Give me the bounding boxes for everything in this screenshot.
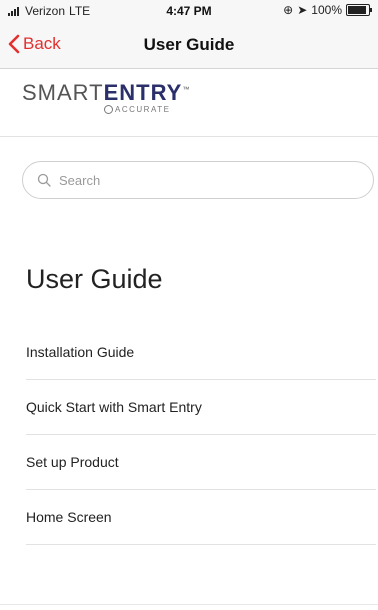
logo-sub-text: ACCURATE	[115, 105, 171, 114]
bottom-divider	[0, 604, 378, 605]
logo-text-smart: SMART	[22, 80, 104, 105]
search-input[interactable]	[57, 171, 341, 189]
guide-list: Installation Guide Quick Start with Smar…	[26, 325, 376, 545]
nav-title: User Guide	[143, 35, 235, 54]
battery-percent: 100%	[311, 3, 342, 17]
battery-fill	[348, 6, 366, 14]
navigation-bar: Back User Guide	[0, 22, 378, 69]
alarm-icon: ⊕	[283, 3, 294, 17]
battery-icon	[346, 4, 372, 16]
accurate-logo-icon	[104, 105, 113, 114]
divider	[0, 136, 378, 137]
status-right: ⊕ ➤ 100%	[283, 3, 372, 17]
list-item-home-screen[interactable]: Home Screen	[26, 490, 376, 545]
logo-trademark: ™	[182, 86, 191, 94]
logo-text-entry: ENTRY	[103, 80, 183, 105]
logo-subtitle: ACCURATE	[104, 105, 170, 114]
list-item-installation-guide[interactable]: Installation Guide	[26, 325, 376, 380]
list-item-set-up-product[interactable]: Set up Product	[26, 435, 376, 490]
list-item-quick-start[interactable]: Quick Start with Smart Entry	[26, 380, 376, 435]
location-icon: ➤	[297, 3, 308, 17]
status-bar: Verizon LTE 4:47 PM ⊕ ➤ 100%	[0, 0, 378, 22]
page-title: User Guide	[26, 264, 163, 294]
logo-text: SMARTENTRY™	[22, 80, 190, 105]
smart-entry-logo: SMARTENTRY™ ACCURATE	[22, 80, 222, 120]
search-bar[interactable]	[22, 161, 374, 199]
search-icon	[37, 173, 51, 187]
